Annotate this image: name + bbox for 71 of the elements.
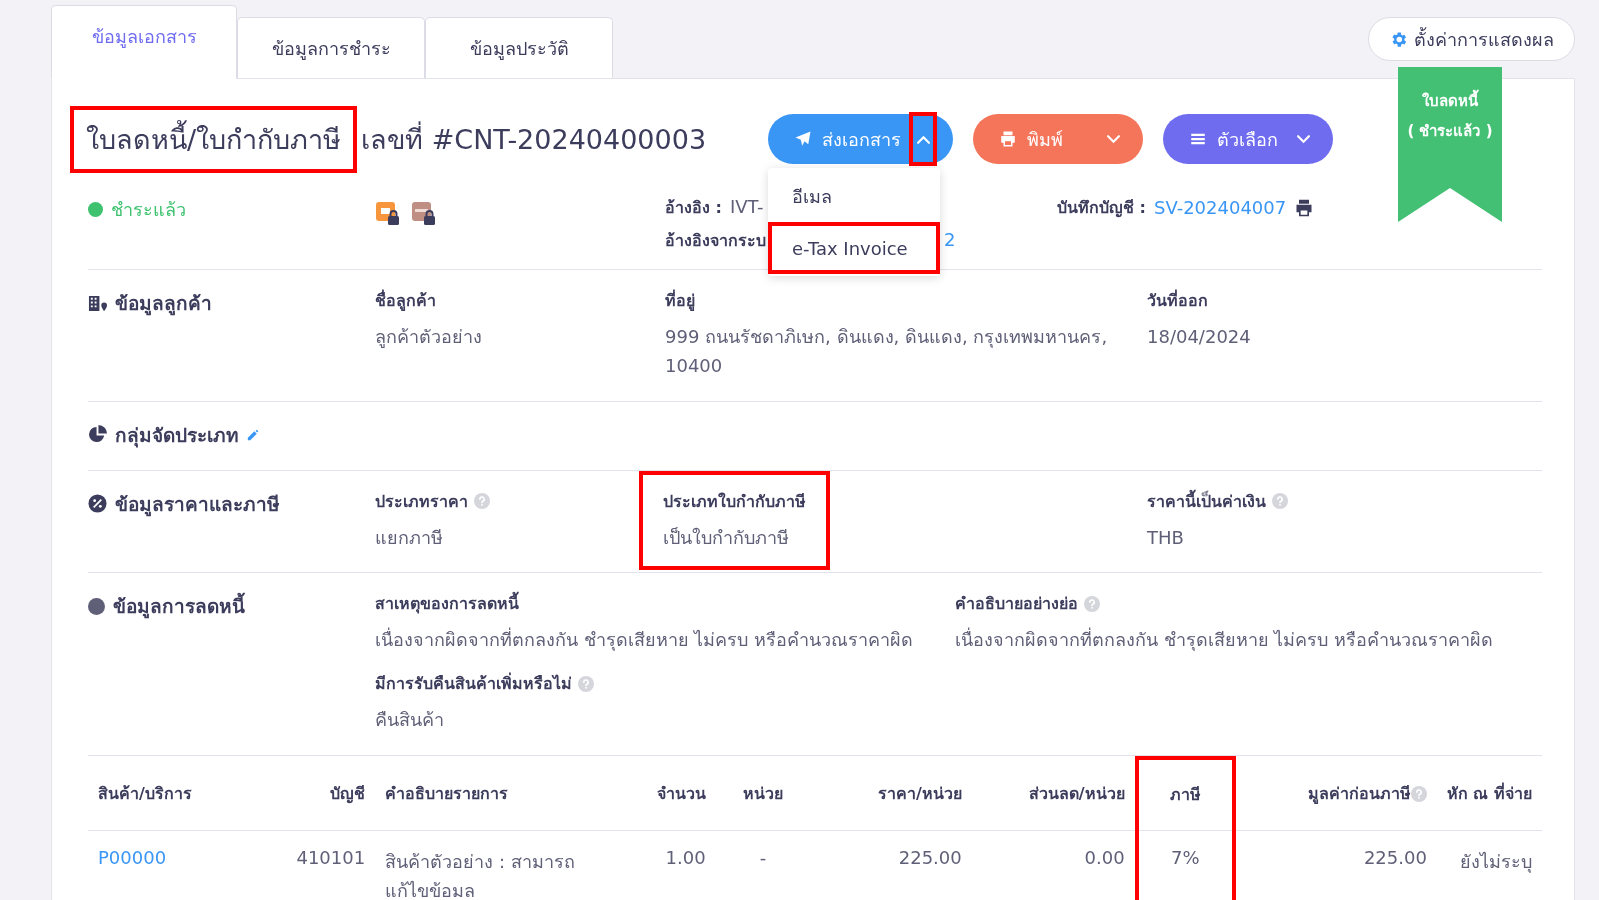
field-label: มีการรับคืนสินค้าเพิ่มหรือไม่ — [375, 671, 572, 696]
field-label: คำอธิบายอย่างย่อ — [955, 593, 1078, 616]
menu-item[interactable]: e-Tax Invoice — [768, 222, 940, 274]
accounting-label: บันทึกบัญชี : — [1057, 197, 1146, 220]
table-cell: 7% — [1171, 847, 1200, 868]
field-value: THB — [1147, 525, 1185, 550]
tab[interactable]: ข้อมูลการชำระ — [237, 17, 425, 78]
document-type-title: ใบลดหนี้/ใบกำกับภาษี — [70, 105, 358, 173]
field-label: ประเภทใบกำกับภาษี — [663, 490, 806, 513]
locked-tax-form-icon — [411, 201, 437, 227]
reference-value: IVT- — [729, 196, 764, 217]
field-label: สาเหตุของการลดหนี้ — [375, 591, 519, 617]
column-header: บัญชี — [330, 784, 366, 804]
printer-icon — [999, 130, 1017, 148]
pie-chart-icon — [88, 425, 107, 445]
field-label: วันที่ออก — [1147, 288, 1209, 312]
column-header: จำนวน — [656, 784, 706, 804]
ribbon-title: ใบลดหนี้ — [1422, 89, 1478, 113]
column-header: ส่วนลด/หน่วย — [1028, 784, 1125, 804]
locked-document-icon — [375, 201, 401, 227]
column-header: ภาษี — [1169, 785, 1201, 805]
table-cell: 0.00 — [1084, 847, 1125, 868]
edit-icon[interactable] — [247, 428, 260, 442]
menu-item[interactable]: อีเมล — [768, 170, 940, 222]
column-header: คำอธิบายรายการ — [385, 784, 509, 804]
section-title: ข้อมูลลูกค้า — [115, 291, 212, 318]
options-button[interactable]: ตัวเลือก — [1163, 114, 1333, 164]
column-header: มูลค่าก่อนภาษี — [1307, 784, 1411, 804]
caret-icon — [916, 134, 930, 144]
field-value: แยกภาษี — [375, 525, 444, 550]
field-value: 999 ถนนรัชดาภิเษก, ดินแดง, ดินแดง, กรุงเทพมหานคร, 10400 — [665, 325, 1109, 378]
ribbon-status: ( ชำระแล้ว ) — [1407, 121, 1493, 142]
display-settings-button[interactable]: ตั้งค่าการแสดงผล — [1368, 17, 1575, 61]
field-value: เนื่องจากผิดจากที่ตกลงกัน ชำรุดเสียหาย ไม่ครบ หรือคำนวณราคาผิด — [375, 626, 915, 653]
caret-icon — [1106, 134, 1120, 144]
table-cell: 225.00 — [898, 847, 962, 868]
reference-label: อ้างอิงจากระบ — [665, 230, 766, 252]
paper-plane-icon — [794, 130, 812, 148]
section-title: ข้อมูลราคาและภาษี — [115, 491, 280, 519]
circle-icon — [88, 597, 105, 615]
section-title: กลุ่มจัดประเภท — [115, 422, 239, 450]
percent-badge-icon — [88, 494, 107, 514]
field-value: เป็นใบกำกับภาษี — [663, 525, 790, 550]
table-cell: สินค้าตัวอย่าง : สามารถแก้ไขข้อมล — [385, 851, 575, 900]
table-cell: ยังไม่ระบุ — [1460, 851, 1532, 872]
field-label: ที่อยู่ — [665, 288, 696, 313]
reference-value: 2 — [944, 229, 956, 250]
section-title: ข้อมูลการลดหนี้ — [113, 591, 245, 622]
customer-link[interactable]: ลูกค้าตัวอย่าง — [375, 323, 665, 352]
reference-label: อ้างอิง : — [665, 197, 722, 219]
field-label: ประเภทราคา — [375, 490, 468, 513]
printer-icon[interactable] — [1294, 197, 1315, 218]
field-value: คืนสินค้า — [375, 708, 445, 733]
caret-icon — [1296, 134, 1310, 144]
column-header: สินค้า/บริการ — [98, 784, 192, 804]
building-icon — [88, 293, 107, 313]
table-cell: 410101 — [296, 847, 366, 868]
table-cell: 225.00 — [1363, 847, 1427, 868]
tab[interactable]: ข้อมูลเอกสาร — [51, 5, 237, 79]
table-cell: 1.00 — [665, 847, 706, 868]
column-header: ราคา/หน่วย — [877, 784, 962, 804]
field-label: ชื่อลูกค้า — [375, 288, 437, 313]
table-cell: - — [759, 847, 767, 868]
status-label: ชำระแล้ว — [111, 198, 186, 222]
document-number: เลขที่ #CNT-20240400003 — [361, 120, 707, 157]
column-header: หัก ณ ที่จ่าย — [1446, 784, 1532, 804]
field-label: ราคานี้เป็นค่าเงิน — [1147, 488, 1266, 513]
field-value: 18/04/2024 — [1147, 325, 1252, 349]
column-header: หน่วย — [743, 784, 784, 804]
field-value: เนื่องจากผิดจากที่ตกลงกัน ชำรุดเสียหาย ไม่ครบ หรือคำนวณราคาผิด — [955, 626, 1495, 653]
tab[interactable]: ข้อมูลประวัติ — [425, 17, 613, 78]
